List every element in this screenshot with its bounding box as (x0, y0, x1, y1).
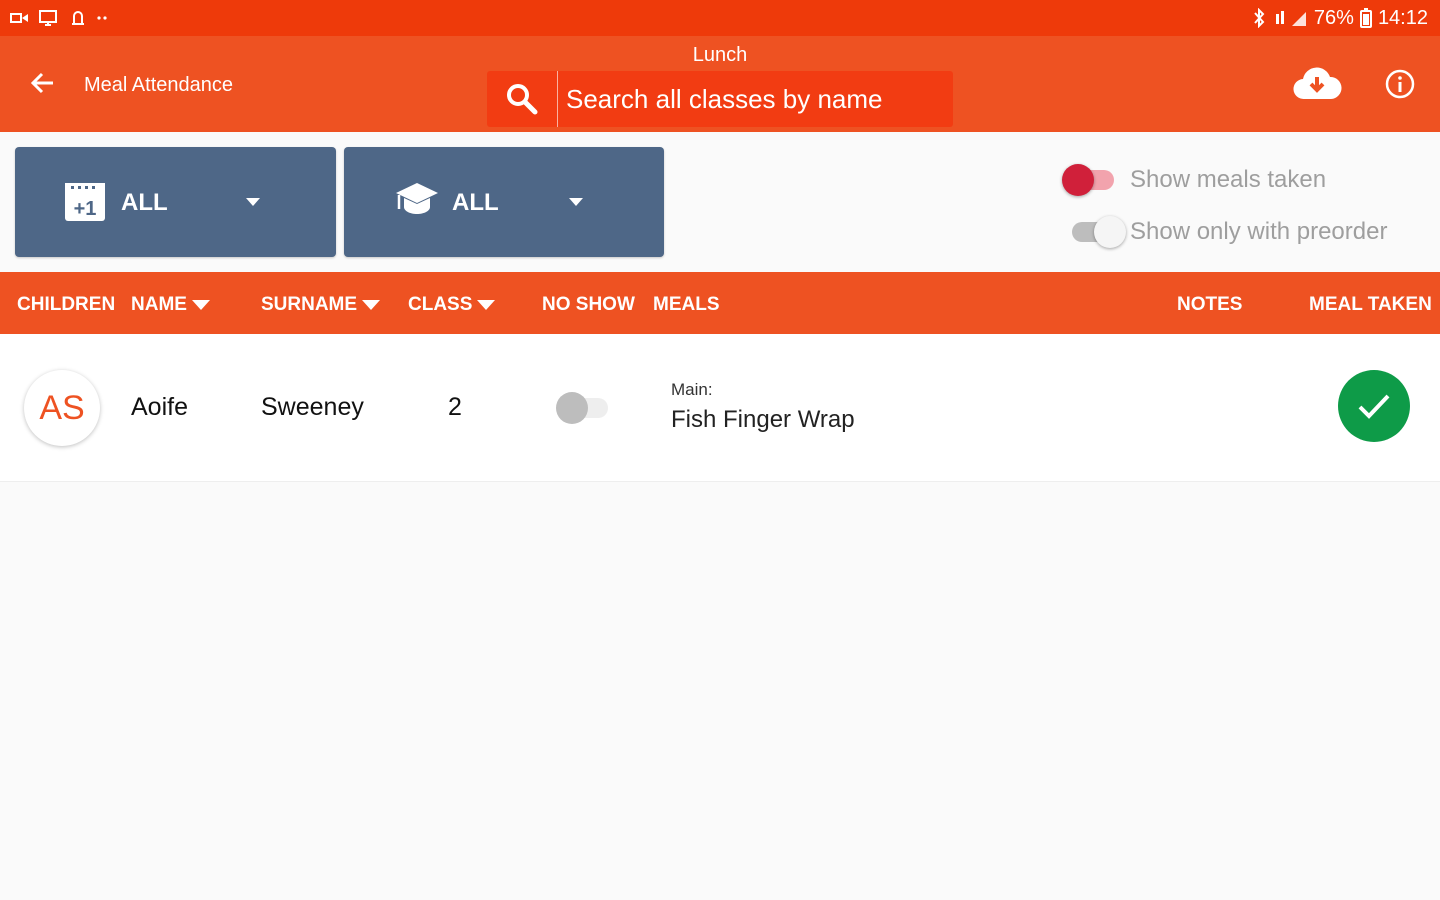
notification-icon (72, 11, 84, 25)
meal-type-subtitle: Lunch (692, 44, 748, 66)
date-filter-label: ALL (121, 189, 168, 216)
caret-down-icon (569, 198, 583, 206)
more-icon (97, 16, 107, 20)
toggle-knob (1094, 216, 1126, 248)
show-only-preorder-toggle-row: Show only with preorder (1072, 216, 1388, 248)
child-name: Aoife (131, 393, 188, 421)
search-icon (487, 71, 557, 127)
calendar-plus-icon: +1 (65, 183, 105, 221)
cloud-download-icon (1293, 67, 1342, 100)
column-meals: MEALS (653, 294, 720, 315)
info-icon (1385, 69, 1415, 99)
page-title: Meal Attendance (84, 74, 233, 96)
column-meal-taken: MEAL TAKEN (1309, 294, 1432, 315)
column-no-show: NO SHOW (542, 294, 635, 315)
class-filter-button[interactable]: ALL (344, 147, 664, 257)
avatar: AS (24, 370, 100, 446)
sort-down-icon (191, 300, 210, 310)
table-row[interactable]: AS Aoife Sweeney 2 Main: Fish Finger Wra… (0, 334, 1440, 482)
show-meals-taken-label: Show meals taken (1130, 166, 1327, 193)
sort-down-icon (362, 300, 381, 310)
checkmark-icon (1358, 394, 1390, 419)
app-bar: Lunch Meal Attendance (0, 36, 1440, 132)
no-show-toggle[interactable] (556, 392, 608, 424)
meal-name: Fish Finger Wrap (671, 406, 855, 433)
child-class: 2 (448, 393, 462, 421)
cast-icon (10, 13, 28, 23)
show-meals-taken-toggle[interactable] (1062, 164, 1114, 196)
show-only-preorder-toggle[interactable] (1072, 216, 1126, 248)
status-bar: 76% 14:12 (0, 0, 1440, 36)
status-time: 14:12 (1377, 6, 1428, 29)
bluetooth-icon (1254, 8, 1265, 28)
show-meals-taken-toggle-row: Show meals taken (1062, 164, 1327, 196)
column-surname[interactable]: SURNAME (261, 294, 381, 316)
date-filter-button[interactable]: +1 ALL (15, 147, 336, 257)
child-surname: Sweeney (261, 393, 364, 421)
info-button[interactable] (1382, 66, 1418, 102)
battery-percent: 76% (1313, 6, 1354, 29)
class-filter-label: ALL (452, 189, 499, 216)
status-left (10, 8, 112, 28)
screen-icon (39, 10, 57, 26)
show-only-preorder-label: Show only with preorder (1130, 218, 1388, 245)
arrow-left-icon (30, 72, 53, 94)
column-children: CHILDREN (17, 294, 116, 315)
svg-text:+1: +1 (74, 198, 97, 220)
battery-icon (1359, 8, 1372, 28)
meal-course-label: Main: (671, 380, 713, 399)
toggle-knob (1062, 164, 1094, 196)
caret-down-icon (246, 198, 260, 206)
status-right: 76% 14:12 (1252, 7, 1428, 30)
column-name[interactable]: NAME (131, 294, 211, 316)
back-button[interactable] (26, 66, 60, 100)
meal-taken-button[interactable] (1338, 370, 1410, 442)
table-header: CHILDREN NAME SURNAME CLASS NO SHOW MEAL… (0, 272, 1440, 334)
column-notes: NOTES (1177, 294, 1243, 315)
toggle-knob (556, 392, 588, 424)
search-input[interactable] (557, 71, 953, 127)
sort-down-icon (477, 300, 496, 310)
download-button[interactable] (1292, 64, 1342, 104)
search-box (487, 71, 953, 127)
column-class[interactable]: CLASS (408, 294, 496, 316)
graduation-cap-icon (396, 183, 438, 214)
signal-icon (1275, 11, 1306, 26)
